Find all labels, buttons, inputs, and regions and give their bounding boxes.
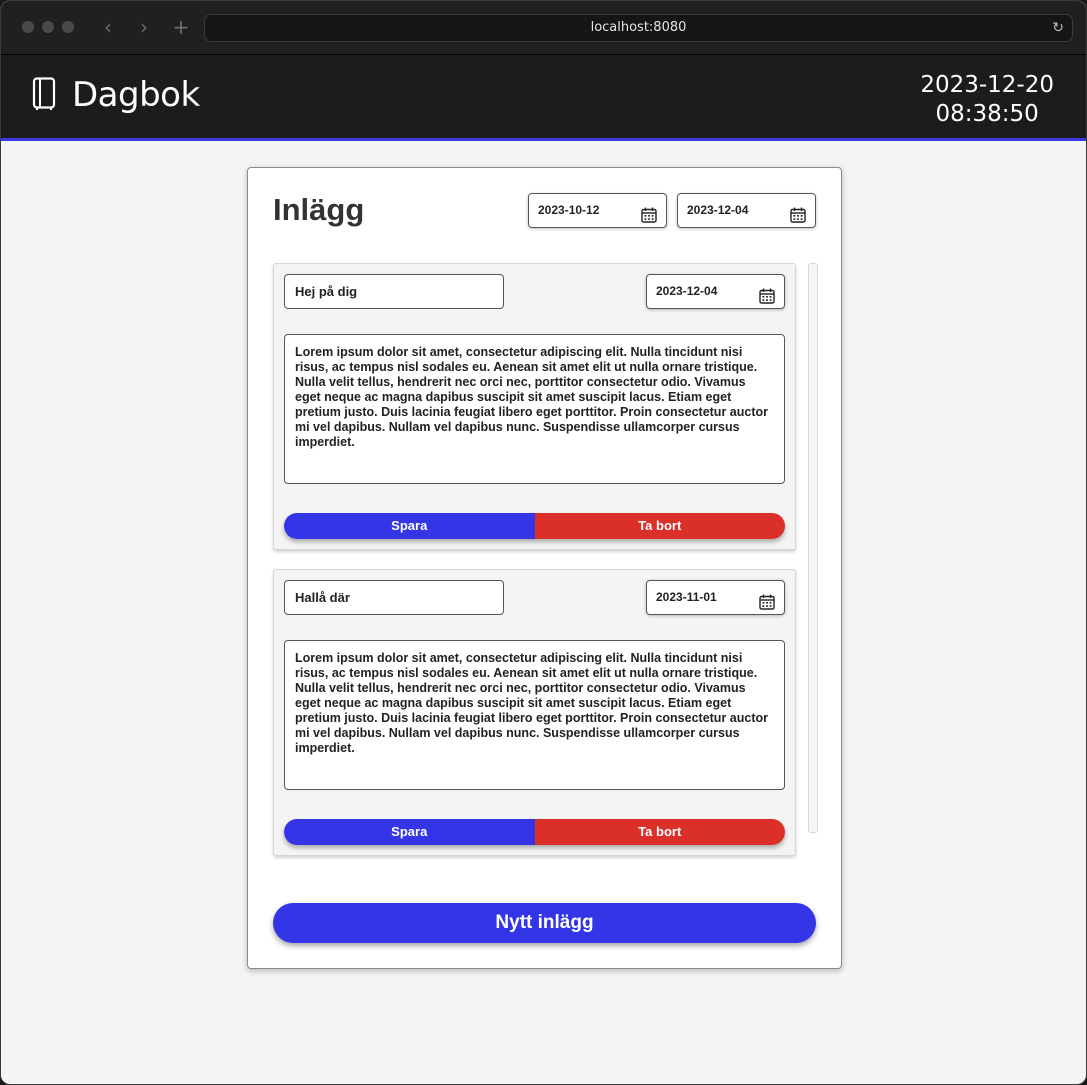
entry-actions: Spara Ta bort bbox=[284, 513, 785, 539]
delete-button[interactable]: Ta bort bbox=[534, 513, 785, 539]
entries-card: Inlägg 2023-10-12 2023-12-04 Hej på dig … bbox=[247, 167, 842, 969]
delete-button[interactable]: Ta bort bbox=[534, 819, 785, 845]
entry-title-input[interactable]: Hallå där bbox=[284, 580, 504, 615]
back-icon[interactable]: ‹ bbox=[97, 15, 119, 39]
forward-icon[interactable]: › bbox=[133, 15, 155, 39]
filter-to-date[interactable]: 2023-12-04 bbox=[677, 193, 816, 228]
clock: 2023-12-20 08:38:50 bbox=[920, 71, 1054, 129]
filter-to-value: 2023-12-04 bbox=[687, 203, 749, 217]
entry-date-input[interactable]: 2023-12-04 bbox=[646, 274, 785, 309]
address-bar[interactable]: localhost:8080 ↻ bbox=[204, 14, 1073, 42]
page-title: Inlägg bbox=[273, 192, 365, 227]
clock-time: 08:38:50 bbox=[935, 101, 1039, 127]
maximize-window-button[interactable] bbox=[62, 21, 74, 33]
entry-date-input[interactable]: 2023-11-01 bbox=[646, 580, 785, 615]
app-header: Dagbok 2023-12-20 08:38:50 bbox=[1, 55, 1086, 141]
entry-date-value: 2023-12-04 bbox=[656, 284, 718, 298]
window-controls bbox=[22, 21, 74, 33]
entries-list: Hej på dig 2023-12-04 Lorem ipsum dolor … bbox=[273, 263, 818, 859]
entry-body-textarea[interactable]: Lorem ipsum dolor sit amet, consectetur … bbox=[284, 334, 785, 484]
entry-body-textarea[interactable]: Lorem ipsum dolor sit amet, consectetur … bbox=[284, 640, 785, 790]
minimize-window-button[interactable] bbox=[42, 21, 54, 33]
clock-date: 2023-12-20 bbox=[920, 72, 1054, 98]
browser-window: ‹ › + localhost:8080 ↻ Dagbok 2023-12-20… bbox=[0, 0, 1087, 1085]
app-title: Dagbok bbox=[72, 75, 200, 115]
entries-scrollbar[interactable] bbox=[808, 263, 818, 833]
new-tab-icon[interactable]: + bbox=[170, 15, 192, 39]
calendar-icon[interactable] bbox=[641, 203, 657, 236]
entry-date-value: 2023-11-01 bbox=[656, 590, 717, 604]
filter-from-date[interactable]: 2023-10-12 bbox=[528, 193, 667, 228]
save-button[interactable]: Spara bbox=[284, 513, 535, 539]
save-button[interactable]: Spara bbox=[284, 819, 535, 845]
entry-card: Hej på dig 2023-12-04 Lorem ipsum dolor … bbox=[273, 263, 796, 550]
calendar-icon[interactable] bbox=[759, 284, 775, 317]
filter-from-value: 2023-10-12 bbox=[538, 203, 600, 217]
url-text: localhost:8080 bbox=[590, 20, 687, 35]
entry-title-input[interactable]: Hej på dig bbox=[284, 274, 504, 309]
close-window-button[interactable] bbox=[22, 21, 34, 33]
calendar-icon[interactable] bbox=[759, 590, 775, 623]
new-entry-button[interactable]: Nytt inlägg bbox=[273, 903, 816, 943]
reload-icon[interactable]: ↻ bbox=[1052, 15, 1064, 41]
calendar-icon[interactable] bbox=[790, 203, 806, 236]
entry-actions: Spara Ta bort bbox=[284, 819, 785, 845]
entry-card: Hallå där 2023-11-01 Lorem ipsum dolor s… bbox=[273, 569, 796, 856]
browser-toolbar: ‹ › + localhost:8080 ↻ bbox=[1, 1, 1086, 55]
diary-book-icon bbox=[31, 77, 57, 116]
